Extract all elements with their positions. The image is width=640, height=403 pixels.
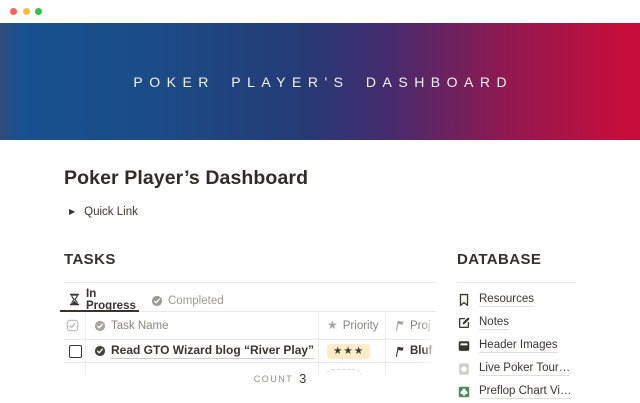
database-heading: DATABASE — [457, 251, 541, 268]
star-icon: ★ — [327, 319, 338, 331]
database-list: Resources Notes Header Images Live Poker… — [457, 288, 617, 403]
tasks-heading: TASKS — [64, 251, 116, 268]
column-header-label: Proj — [410, 320, 430, 332]
task-name-cell[interactable]: Read GTO Wizard blog “River Play” — [85, 340, 318, 362]
column-header-label: Task Name — [111, 320, 169, 332]
database-item-label[interactable]: Notes — [479, 316, 509, 330]
check-circle-icon — [151, 295, 163, 307]
priority-stars: ★★★ — [333, 346, 364, 357]
cover-banner: POKER PLAYER'S DASHBOARD — [0, 23, 640, 140]
column-header-label: Priority — [343, 320, 379, 332]
tasks-divider — [64, 282, 436, 283]
tab-in-progress-label: In Progress — [86, 288, 139, 312]
database-item-label[interactable]: Preflop Chart Vi… — [479, 385, 571, 399]
tasks-table: Task Name ★ Priority Proj Read GTO Wizar… — [64, 312, 436, 375]
database-item-label[interactable]: Resources — [479, 293, 534, 307]
zoom-window-button[interactable] — [35, 8, 42, 15]
poker-chip-icon — [457, 362, 471, 376]
database-item-label[interactable]: Live Poker Tour… — [479, 362, 570, 376]
row-select-cell[interactable] — [64, 340, 85, 362]
close-window-button[interactable] — [10, 8, 17, 15]
database-item-label[interactable]: Header Images — [479, 339, 558, 353]
club-chart-icon — [457, 385, 471, 399]
check-circle-icon — [94, 345, 106, 357]
tab-completed-label: Completed — [168, 295, 224, 307]
database-item-header-images[interactable]: Header Images — [457, 334, 617, 357]
bookmark-icon — [457, 293, 471, 307]
tab-completed[interactable]: Completed — [151, 289, 224, 312]
quick-link-toggle[interactable]: ▶ Quick Link — [69, 203, 138, 221]
checkbox-checked-icon[interactable] — [66, 319, 79, 332]
select-all-cell[interactable] — [64, 312, 85, 339]
column-header-task-name[interactable]: Task Name — [85, 312, 318, 339]
toggle-arrow-icon[interactable]: ▶ — [69, 208, 75, 216]
priority-pill[interactable]: ★★★ — [327, 344, 370, 359]
minimize-window-button[interactable] — [23, 8, 30, 15]
priority-cell[interactable]: ★★★ — [318, 340, 385, 362]
window-titlebar — [0, 0, 640, 23]
banner-title: POKER PLAYER'S DASHBOARD — [127, 74, 513, 90]
row-checkbox[interactable] — [69, 345, 82, 358]
project-tag-label: Bluf — [410, 345, 432, 357]
hourglass-icon — [68, 293, 81, 306]
tab-in-progress[interactable]: In Progress — [60, 289, 139, 312]
column-header-priority[interactable]: ★ Priority — [318, 312, 385, 339]
task-name-link[interactable]: Read GTO Wizard blog “River Play” — [111, 343, 314, 359]
table-header-row: Task Name ★ Priority Proj — [64, 312, 436, 340]
table-row[interactable]: Read GTO Wizard blog “River Play” ★★★ Bl… — [64, 340, 436, 363]
check-circle-icon — [94, 320, 106, 332]
flag-icon — [393, 345, 406, 358]
database-item-live-poker-tour[interactable]: Live Poker Tour… — [457, 357, 617, 380]
table-count-footer[interactable]: COUNT 3 — [94, 371, 466, 387]
database-divider — [457, 282, 576, 283]
tasks-view-tabs: In Progress Completed — [64, 289, 436, 312]
image-icon — [457, 339, 471, 353]
column-header-project[interactable]: Proj — [385, 312, 436, 339]
flag-icon — [393, 319, 406, 332]
edit-icon — [457, 316, 471, 330]
count-value: 3 — [299, 372, 306, 386]
database-item-resources[interactable]: Resources — [457, 288, 617, 311]
page-title: Poker Player’s Dashboard — [64, 167, 308, 190]
count-label: COUNT — [254, 374, 294, 384]
database-item-notes[interactable]: Notes — [457, 311, 617, 334]
project-cell[interactable]: Bluf — [385, 340, 436, 362]
quick-link-label: Quick Link — [84, 206, 138, 218]
